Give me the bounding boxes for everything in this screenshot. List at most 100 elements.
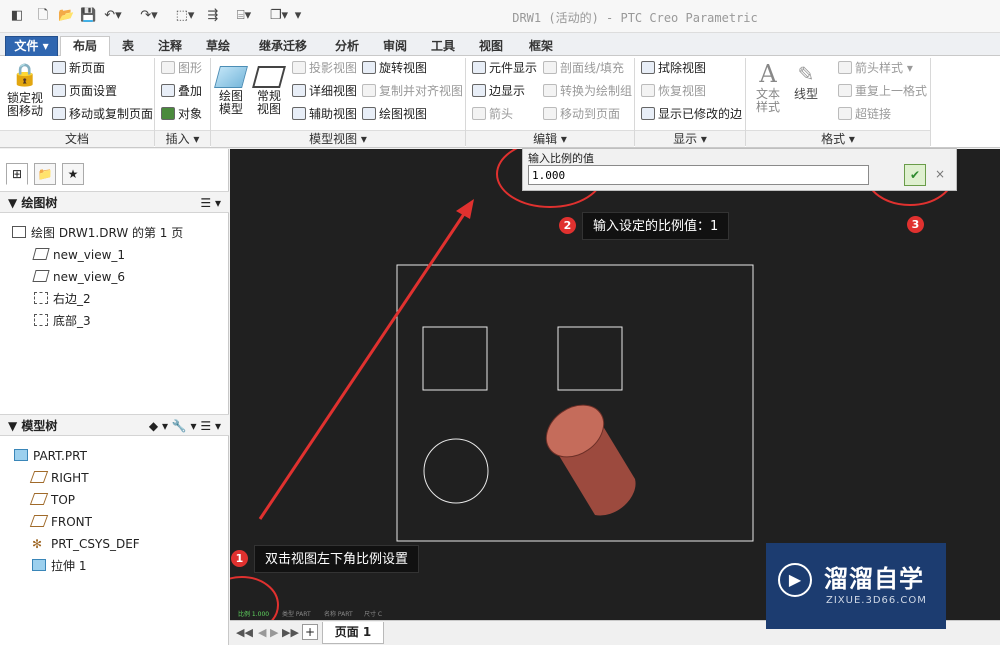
tab-file[interactable]: 文件 ▾ (5, 36, 58, 56)
tree-item-view[interactable]: new_view_6 (32, 269, 125, 285)
tree-item-part[interactable]: PART.PRT (14, 448, 87, 464)
move-to-page-button[interactable]: 移动到页面 (543, 106, 620, 122)
arrow-style-button[interactable]: 箭头样式 ▾ (838, 60, 913, 76)
group-label-document: 文档 (0, 130, 154, 147)
customize-qat-icon[interactable]: ▾ (293, 8, 303, 24)
component-display-button[interactable]: 元件显示 (472, 60, 537, 76)
lock-view-button[interactable]: 🔒 锁定视图移动 (6, 60, 44, 118)
add-page-button[interactable]: + (302, 624, 318, 640)
canvas-scale-label[interactable]: 比例 1.000 (238, 609, 269, 618)
tree-item-view[interactable]: new_view_1 (32, 247, 125, 263)
tab-view[interactable]: 视图 (469, 36, 513, 56)
overlay-icon (161, 84, 175, 97)
group-label-edit[interactable]: 编辑 ▾ (466, 130, 634, 147)
hyperlink-icon (838, 107, 852, 120)
tab-tools[interactable]: 工具 (421, 36, 465, 56)
edge-display-button[interactable]: 边显示 (472, 83, 525, 99)
model-tree-tools-icon[interactable]: ◆ ▾ 🔧 ▾ ☰ ▾ (149, 415, 221, 437)
step-badge-1: 1 (231, 550, 248, 567)
play-icon: ▶ (778, 563, 812, 597)
undo-icon[interactable]: ↶▾ (102, 8, 124, 24)
model-tree-header[interactable]: ▼ 模型树 ◆ ▾ 🔧 ▾ ☰ ▾ (0, 414, 229, 436)
tab-favorites[interactable]: ★ (62, 163, 84, 185)
page-tab-1[interactable]: 页面 1 (322, 622, 384, 644)
section-fill-icon (543, 61, 557, 74)
page-setup-button[interactable]: 页面设置 (52, 83, 117, 99)
group-label-insert[interactable]: 插入 ▾ (155, 130, 210, 147)
redo-icon[interactable]: ↷▾ (138, 8, 160, 24)
checkmark-icon: ✔ (909, 168, 921, 182)
open-folder-icon[interactable]: 📂 (58, 8, 74, 24)
group-label-format[interactable]: 格式 ▾ (746, 130, 930, 147)
page-nav-next-icon[interactable]: ▶ (270, 626, 278, 639)
shape-button[interactable]: 图形 (161, 60, 202, 76)
auxiliary-view-button[interactable]: 辅助视图 (292, 106, 357, 122)
detail-view-button[interactable]: 详细视图 (292, 83, 357, 99)
tree-item-view[interactable]: 底部_3 (34, 313, 91, 329)
hyperlink-button[interactable]: 超链接 (838, 106, 891, 122)
group-label-model-views[interactable]: 模型视图 ▾ (211, 130, 465, 147)
show-modified-edges-button[interactable]: 显示已修改的边 (641, 106, 742, 122)
tab-table[interactable]: 表 (112, 36, 144, 56)
tab-analysis[interactable]: 分析 (325, 36, 369, 56)
erase-view-button[interactable]: 拭除视图 (641, 60, 706, 76)
tree-item-datum-plane[interactable]: FRONT (29, 514, 92, 530)
restore-view-button[interactable]: 恢复视图 (641, 83, 706, 99)
section-fill-button[interactable]: 剖面线/填充 (543, 60, 624, 76)
detail-view-icon (292, 84, 306, 97)
text-style-button[interactable]: A 文本样式 (752, 60, 784, 114)
restore-view-icon (641, 84, 655, 97)
drawing-model-button[interactable]: 绘图模型 (214, 66, 248, 116)
projection-view-icon (34, 314, 48, 326)
move-copy-page-button[interactable]: 移动或复制页面 (52, 106, 153, 122)
page-nav-last-icon[interactable]: ▶▶ (282, 626, 299, 639)
tab-folder-browser[interactable]: 📁 (34, 163, 56, 185)
save-icon[interactable]: 💾 (80, 8, 96, 24)
scale-value-input[interactable] (528, 165, 869, 185)
drawing-tree-header[interactable]: ▼ 绘图树 ☰ ▾ (0, 191, 229, 213)
copy-align-view-button[interactable]: 复制并对齐视图 (362, 83, 463, 99)
page-nav-first-icon[interactable]: ◀◀ (236, 626, 253, 639)
tab-model-tree[interactable]: ⊞ (6, 163, 28, 185)
line-style-button[interactable]: ✎ 线型 (790, 60, 822, 101)
tree-item-drawing-page[interactable]: 绘图 DRW1.DRW 的第 1 页 (12, 225, 183, 241)
new-page-button[interactable]: 新页面 (52, 60, 105, 76)
windows-icon[interactable]: ⇶ (206, 8, 220, 24)
tree-item-extrude[interactable]: 拉伸 1 (32, 558, 86, 574)
arrow-button[interactable]: 箭头 (472, 106, 513, 122)
arrow-style-icon (838, 61, 852, 74)
tab-review[interactable]: 审阅 (373, 36, 417, 56)
tab-annotate[interactable]: 注释 (148, 36, 192, 56)
tab-frame[interactable]: 框架 (517, 36, 565, 56)
tree-item-csys[interactable]: ✻ PRT_CSYS_DEF (32, 536, 140, 552)
cancel-button[interactable]: × (933, 167, 947, 183)
projection-view-button[interactable]: 投影视图 (292, 60, 357, 76)
general-view-button[interactable]: 常规视图 (252, 66, 286, 116)
tab-legacy-migration[interactable]: 继承迁移 (245, 36, 321, 56)
ok-button[interactable]: ✔ (904, 164, 926, 186)
tab-sketch[interactable]: 草绘 (196, 36, 240, 56)
show-modified-edges-icon (641, 107, 655, 120)
regenerate-icon[interactable]: ⬚▾ (170, 8, 200, 24)
new-file-icon[interactable]: 🗋 (36, 8, 50, 24)
drawing-view-button[interactable]: 绘图视图 (362, 106, 427, 122)
repeat-last-format-button[interactable]: 重复上一格式 (838, 83, 927, 99)
tree-settings-icon[interactable]: ☰ ▾ (200, 192, 221, 214)
page-nav-prev-icon[interactable]: ◀ (258, 626, 266, 639)
tree-item-datum-plane[interactable]: RIGHT (29, 470, 89, 486)
step-badge-3: 3 (907, 216, 924, 233)
group-label-display[interactable]: 显示 ▾ (635, 130, 745, 147)
switch-window-icon[interactable]: ⌸▾ (230, 8, 258, 24)
tree-item-datum-plane[interactable]: TOP (29, 492, 75, 508)
object-button[interactable]: 对象 (161, 106, 202, 122)
close-window-icon[interactable]: ❐▾ (265, 8, 293, 24)
ribbon-tabs: 文件 ▾ 布局 表 注释 草绘 继承迁移 分析 审阅 工具 视图 框架 (0, 33, 1000, 56)
overlay-button[interactable]: 叠加 (161, 83, 202, 99)
canvas-type-label: 类型 PART (282, 611, 311, 618)
revolve-view-button[interactable]: 旋转视图 (362, 60, 427, 76)
convert-draw-group-button[interactable]: 转换为绘制组 (543, 83, 632, 99)
tree-item-view[interactable]: 右边_2 (34, 291, 91, 307)
folder-icon: 📁 (37, 167, 53, 181)
tab-layout[interactable]: 布局 (60, 36, 110, 56)
datum-plane-icon (29, 515, 49, 527)
